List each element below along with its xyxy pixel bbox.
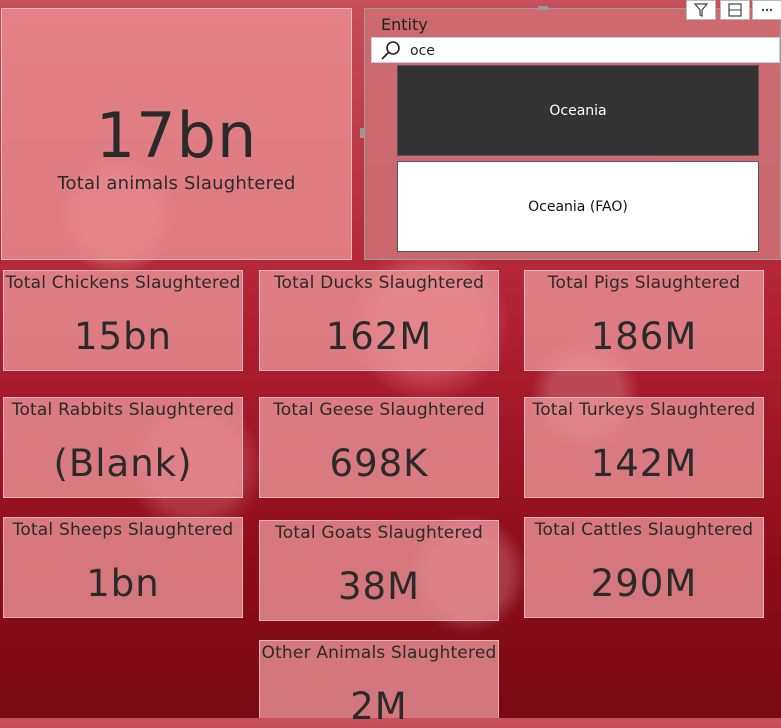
rabbits-card[interactable]: Total Rabbits Slaughtered (Blank) (3, 397, 243, 498)
card-value: 162M (325, 315, 433, 358)
resize-handle[interactable] (360, 128, 364, 138)
total-animals-label: Total animals Slaughtered (57, 173, 296, 194)
slicer-title: Entity (381, 15, 428, 34)
card-label: Total Chickens Slaughtered (5, 273, 241, 293)
card-label: Total Geese Slaughtered (273, 400, 485, 420)
card-label: Other Animals Slaughtered (261, 643, 497, 663)
sheeps-card[interactable]: Total Sheeps Slaughtered 1bn (3, 517, 243, 618)
card-value: 38M (337, 565, 420, 608)
card-value: (Blank) (53, 442, 193, 485)
slicer-option-oceania-fao[interactable]: Oceania (FAO) (397, 161, 759, 252)
card-value: 2M (350, 685, 408, 728)
card-value: 186M (590, 315, 698, 358)
focus-mode-icon[interactable] (720, 0, 750, 20)
card-value: 290M (590, 562, 698, 605)
slicer-search-box[interactable] (371, 37, 780, 63)
chickens-card[interactable]: Total Chickens Slaughtered 15bn (3, 270, 243, 371)
search-icon (381, 41, 400, 60)
card-value: 1bn (86, 562, 160, 605)
entity-slicer[interactable]: Entity Oceania Oceania (FAO) (364, 8, 781, 260)
resize-handle[interactable] (538, 6, 548, 10)
card-label: Total Rabbits Slaughtered (11, 400, 235, 420)
card-label: Total Sheeps Slaughtered (12, 520, 234, 540)
more-options-icon[interactable] (752, 0, 781, 20)
slicer-search-input[interactable] (408, 40, 772, 62)
geese-card[interactable]: Total Geese Slaughtered 698K (259, 397, 499, 498)
card-label: Total Goats Slaughtered (275, 523, 483, 543)
card-value: 698K (329, 442, 429, 485)
total-animals-value: 17bn (95, 99, 258, 172)
other-animals-card[interactable]: Other Animals Slaughtered 2M (259, 640, 499, 728)
card-value: 15bn (73, 315, 173, 358)
cattles-card[interactable]: Total Cattles Slaughtered 290M (524, 517, 764, 618)
turkeys-card[interactable]: Total Turkeys Slaughtered 142M (524, 397, 764, 498)
pigs-card[interactable]: Total Pigs Slaughtered 186M (524, 270, 764, 371)
slicer-option-oceania[interactable]: Oceania (397, 65, 759, 156)
card-label: Total Cattles Slaughtered (534, 520, 754, 540)
filter-icon[interactable] (686, 0, 716, 20)
ducks-card[interactable]: Total Ducks Slaughtered 162M (259, 270, 499, 371)
card-value: 142M (590, 442, 698, 485)
goats-card[interactable]: Total Goats Slaughtered 38M (259, 520, 499, 621)
card-label: Total Turkeys Slaughtered (532, 400, 756, 420)
total-animals-card[interactable]: 17bn Total animals Slaughtered (1, 8, 352, 260)
card-label: Total Ducks Slaughtered (273, 273, 485, 293)
card-label: Total Pigs Slaughtered (547, 273, 741, 293)
